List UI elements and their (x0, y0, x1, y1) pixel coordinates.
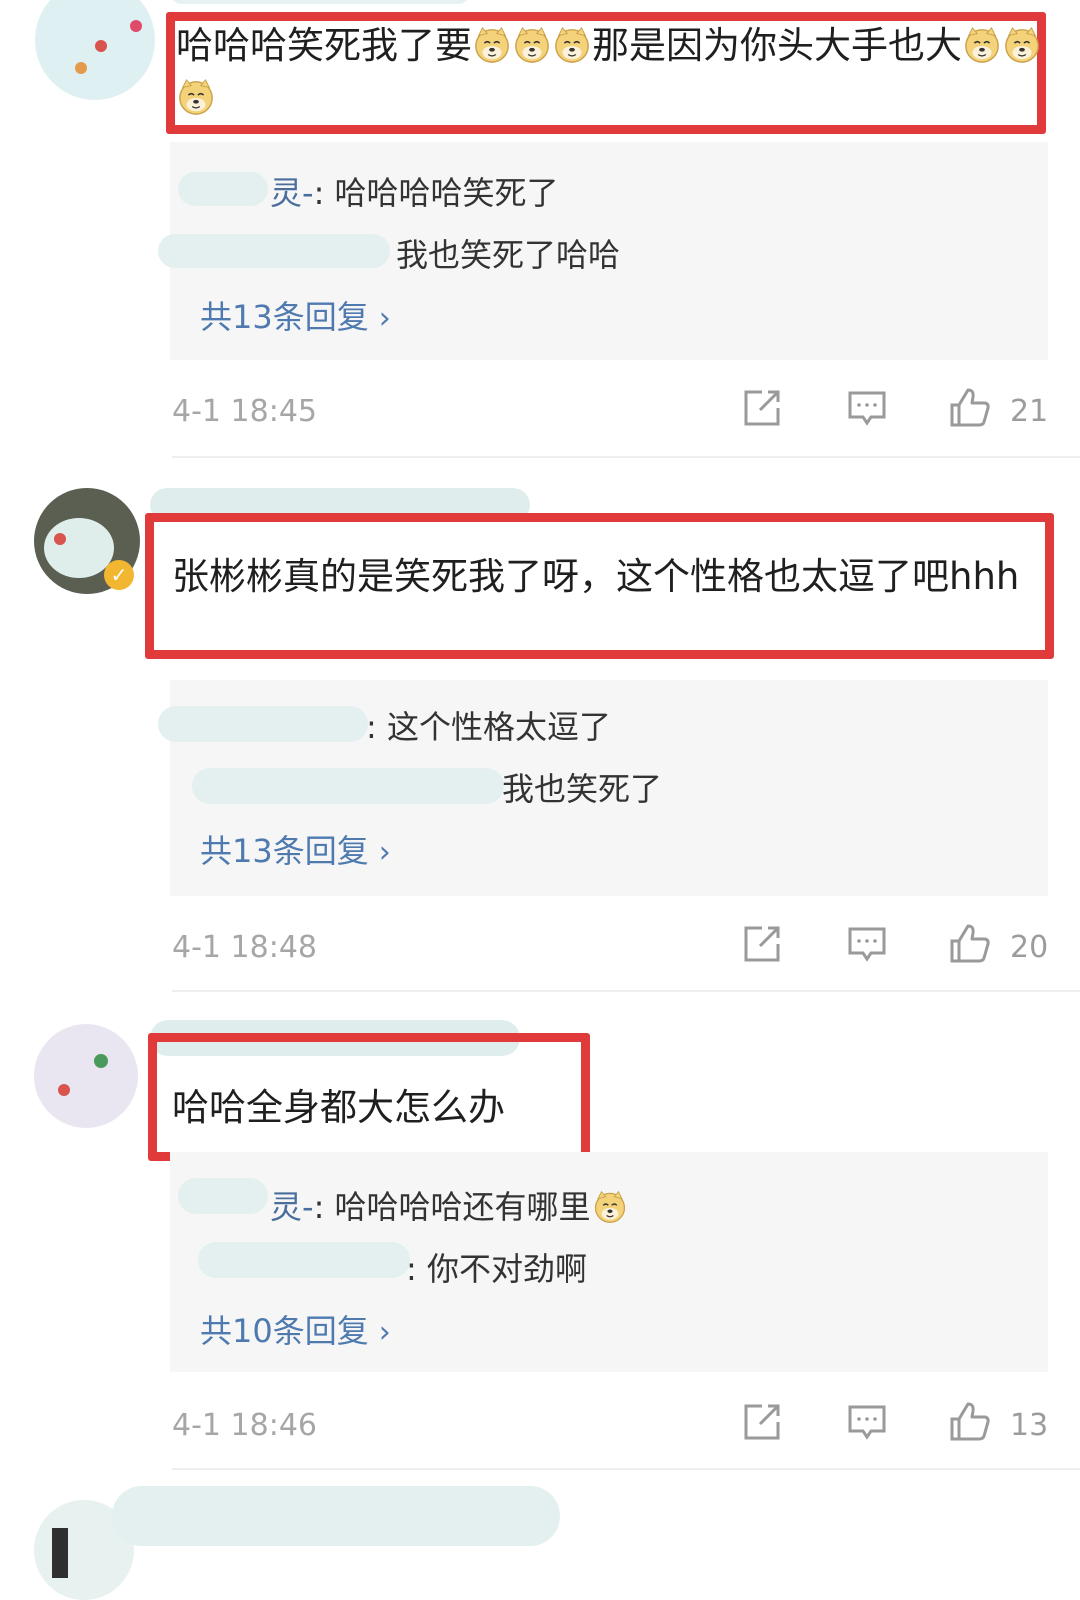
doge-emoji-icon (593, 1190, 627, 1224)
username-redacted (178, 1178, 268, 1214)
comment-text: 哈哈全身都大怎么办 (172, 1086, 505, 1129)
view-replies-link[interactable]: 共10条回复 › (200, 1306, 391, 1352)
timestamp: 4-1 18:48 (172, 930, 317, 965)
comment-1: 哈哈哈笑死我了要 那是因为你头大手也大 灵-: 哈哈哈哈笑死了 我也笑死了哈哈 共… (0, 0, 1080, 460)
avatar[interactable] (35, 0, 155, 100)
reply-box: 灵-: 哈哈哈哈还有哪里 : 你不对劲啊 共10条回复 › (170, 1152, 1048, 1372)
username-redacted (158, 706, 368, 742)
like-count: 13 (1010, 1408, 1049, 1443)
view-replies-link[interactable]: 共13条回复 › (200, 292, 391, 338)
username-redacted (112, 1486, 560, 1546)
username-redacted (170, 0, 470, 4)
comment-meta: 4-1 18:48 20 (0, 922, 1080, 982)
doge-emoji-icon (513, 26, 551, 64)
timestamp: 4-1 18:46 (172, 1408, 317, 1443)
comment-2: ✓ 张彬彬真的是笑死我了呀，这个性格也太逗了吧hhh : 这个性格太逗了 我也笑… (0, 470, 1080, 990)
username-redacted (158, 234, 390, 268)
divider (172, 990, 1080, 992)
chevron-right-icon: › (378, 1315, 391, 1350)
verified-badge-icon: ✓ (104, 560, 134, 590)
reply-box: : 这个性格太逗了 我也笑死了 共13条回复 › (158, 680, 1048, 896)
like-count: 21 (1010, 394, 1049, 429)
avatar[interactable] (34, 1024, 138, 1128)
share-icon[interactable] (740, 922, 784, 966)
doge-emoji-icon (963, 26, 1001, 64)
chevron-right-icon: › (378, 835, 391, 870)
comment-text: 哈哈哈笑死我了要 那是因为你头大手也大 (176, 20, 1046, 124)
reply-box: 灵-: 哈哈哈哈笑死了 我也笑死了哈哈 共13条回复 › (158, 142, 1048, 360)
reply-line[interactable]: : 你不对劲啊 (406, 1244, 587, 1290)
timestamp: 4-1 18:45 (172, 394, 317, 429)
share-icon[interactable] (740, 1400, 784, 1444)
username-redacted (178, 172, 268, 206)
comment-text: 张彬彬真的是笑死我了呀，这个性格也太逗了吧hhh (172, 555, 1020, 598)
view-replies-link[interactable]: 共13条回复 › (200, 826, 391, 872)
reply-line[interactable]: 我也笑死了哈哈 (396, 230, 620, 276)
comment-meta: 4-1 18:45 21 (0, 386, 1080, 446)
comment-3: 哈哈全身都大怎么办 灵-: 哈哈哈哈还有哪里 : 你不对劲啊 共10条回复 › 4… (0, 1000, 1080, 1470)
reply-line[interactable]: : 这个性格太逗了 (366, 702, 611, 748)
like-count: 20 (1010, 930, 1049, 965)
comment-4 (0, 1470, 1080, 1600)
divider (172, 456, 1080, 458)
comment-icon[interactable] (845, 922, 889, 966)
chevron-right-icon: › (378, 301, 391, 336)
doge-emoji-icon (177, 78, 215, 116)
comment-meta: 4-1 18:46 13 (0, 1400, 1080, 1460)
reply-line[interactable]: 灵-: 哈哈哈哈笑死了 (270, 168, 559, 214)
thumbs-up-icon[interactable] (948, 922, 992, 966)
doge-emoji-icon (1003, 26, 1041, 64)
share-icon[interactable] (740, 386, 784, 430)
doge-emoji-icon (473, 26, 511, 64)
username-redacted (192, 768, 504, 804)
comment-icon[interactable] (845, 1400, 889, 1444)
thumbs-up-icon[interactable] (948, 386, 992, 430)
thumbs-up-icon[interactable] (948, 1400, 992, 1444)
comment-icon[interactable] (845, 386, 889, 430)
doge-emoji-icon (553, 26, 591, 64)
username-redacted (198, 1242, 410, 1278)
reply-line[interactable]: 我也笑死了 (502, 764, 662, 810)
reply-line[interactable]: 灵-: 哈哈哈哈还有哪里 (270, 1182, 629, 1228)
